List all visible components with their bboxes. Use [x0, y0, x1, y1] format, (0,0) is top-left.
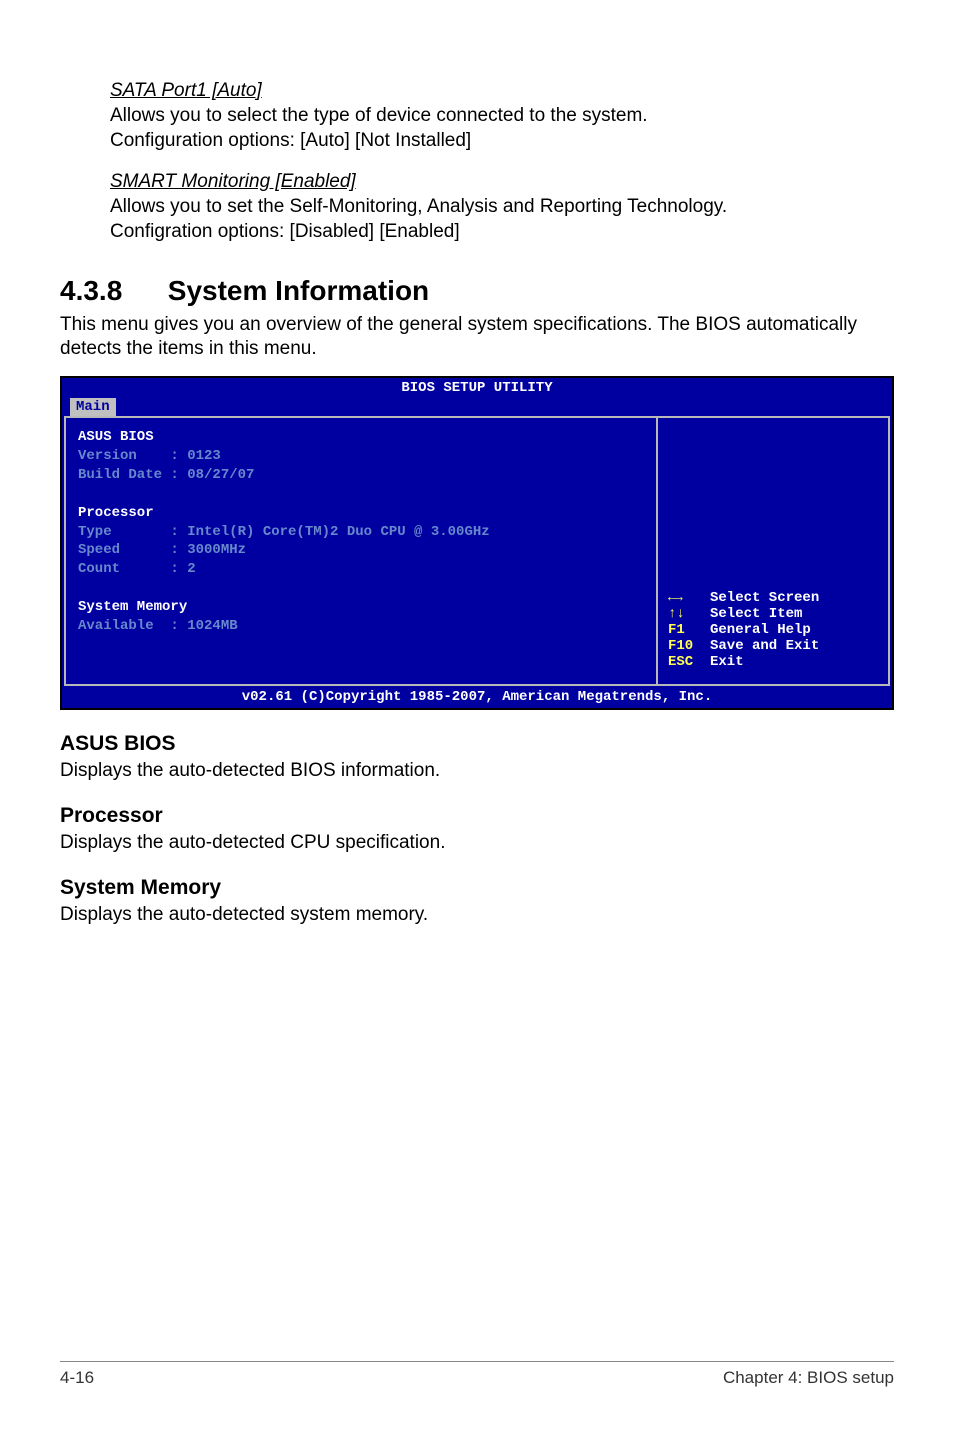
- bios-cpu-type: Type : Intel(R) Core(TM)2 Duo CPU @ 3.00…: [78, 523, 644, 542]
- bios-available: Available : 1024MB: [78, 617, 644, 636]
- asusbios-subhead: ASUS BIOS: [60, 732, 894, 756]
- sata-p1: Allows you to select the type of device …: [110, 105, 648, 126]
- sata-port-paragraph: Allows you to select the type of device …: [110, 104, 894, 153]
- bios-help-select-screen: ←→ Select Screen: [668, 590, 819, 606]
- section-number: 4.3.8: [60, 275, 160, 307]
- bios-help-select-item: ↑↓ Select Item: [668, 606, 819, 622]
- chapter-label: Chapter 4: BIOS setup: [723, 1368, 894, 1388]
- bios-titlebar: BIOS SETUP UTILITY Main: [62, 378, 892, 416]
- bios-cpu-speed: Speed : 3000MHz: [78, 541, 644, 560]
- section-heading: 4.3.8 System Information: [60, 275, 894, 307]
- help-general: General Help: [710, 622, 811, 638]
- smart-p2: Configration options: [Disabled] [Enable…: [110, 221, 460, 242]
- esc-key: ESC: [668, 654, 710, 670]
- smart-heading: SMART Monitoring [Enabled]: [110, 171, 894, 193]
- processor-subhead: Processor: [60, 804, 894, 828]
- help-exit: Exit: [710, 654, 744, 670]
- sysmem-subhead: System Memory: [60, 876, 894, 900]
- f10-key: F10: [668, 638, 710, 654]
- bios-help-block: ←→ Select Screen ↑↓ Select Item F1 Gener…: [668, 590, 819, 670]
- help-save: Save and Exit: [710, 638, 819, 654]
- bios-body: ASUS BIOS Version : 0123 Build Date : 08…: [64, 416, 890, 686]
- arrows-ud-icon: ↑↓: [668, 606, 710, 622]
- arrows-lr-icon: ←→: [668, 590, 710, 606]
- help-select-screen: Select Screen: [710, 590, 819, 606]
- asusbios-para: Displays the auto-detected BIOS informat…: [60, 760, 894, 782]
- sysmem-para: Displays the auto-detected system memory…: [60, 904, 894, 926]
- sata-p2: Configuration options: [Auto] [Not Insta…: [110, 130, 471, 151]
- bios-help-esc: ESC Exit: [668, 654, 819, 670]
- f1-key: F1: [668, 622, 710, 638]
- bios-asus-bios: ASUS BIOS: [78, 428, 644, 447]
- bios-help-f1: F1 General Help: [668, 622, 819, 638]
- bios-screenshot: BIOS SETUP UTILITY Main ASUS BIOS Versio…: [60, 376, 894, 710]
- smart-paragraph: Allows you to set the Self-Monitoring, A…: [110, 195, 894, 244]
- sata-port-heading: SATA Port1 [Auto]: [110, 80, 894, 102]
- section-intro: This menu gives you an overview of the g…: [60, 313, 894, 362]
- bios-title: BIOS SETUP UTILITY: [62, 379, 892, 396]
- bios-tab-main: Main: [70, 398, 116, 416]
- bios-help-f10: F10 Save and Exit: [668, 638, 819, 654]
- bios-footer: v02.61 (C)Copyright 1985-2007, American …: [62, 688, 892, 708]
- bios-processor: Processor: [78, 504, 644, 523]
- page-footer: 4-16 Chapter 4: BIOS setup: [60, 1361, 894, 1388]
- bios-cpu-count: Count : 2: [78, 560, 644, 579]
- bios-sysmem: System Memory: [78, 598, 644, 617]
- page-number: 4-16: [60, 1368, 94, 1388]
- bios-right-pane: ←→ Select Screen ↑↓ Select Item F1 Gener…: [658, 418, 888, 684]
- bios-version: Version : 0123: [78, 447, 644, 466]
- processor-para: Displays the auto-detected CPU specifica…: [60, 832, 894, 854]
- bios-left-pane: ASUS BIOS Version : 0123 Build Date : 08…: [66, 418, 658, 684]
- smart-p1: Allows you to set the Self-Monitoring, A…: [110, 196, 727, 217]
- help-select-item: Select Item: [710, 606, 802, 622]
- bios-build-date: Build Date : 08/27/07: [78, 466, 644, 485]
- section-title: System Information: [168, 275, 429, 306]
